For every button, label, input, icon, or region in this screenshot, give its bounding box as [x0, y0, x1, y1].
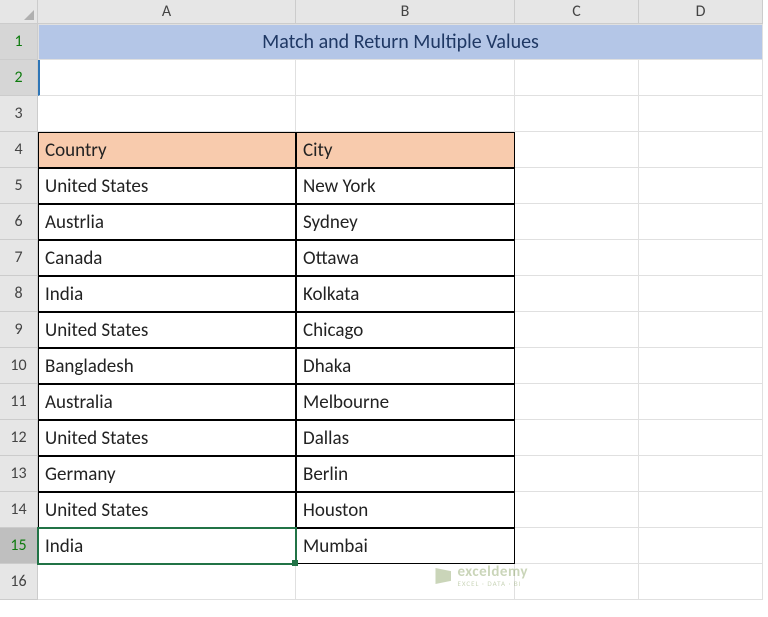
cell-D4[interactable] [639, 132, 763, 168]
table-row[interactable]: United States [38, 492, 296, 528]
row-head-4[interactable]: 4 [0, 132, 38, 168]
cell-C6[interactable] [515, 204, 639, 240]
row-head-9[interactable]: 9 [0, 312, 38, 348]
table-row[interactable]: Sydney [296, 204, 515, 240]
cell-B16[interactable] [296, 564, 515, 600]
cell-A16[interactable] [38, 564, 296, 600]
cell-C8[interactable] [515, 276, 639, 312]
cell-D2[interactable] [639, 60, 763, 96]
cell-D5[interactable] [639, 168, 763, 204]
row-head-7[interactable]: 7 [0, 240, 38, 276]
cell-C2[interactable] [515, 60, 639, 96]
table-row[interactable]: Australia [38, 384, 296, 420]
cell-D8[interactable] [639, 276, 763, 312]
table-row[interactable]: Berlin [296, 456, 515, 492]
cell-C10[interactable] [515, 348, 639, 384]
table-row[interactable]: Germany [38, 456, 296, 492]
table-row[interactable]: Ottawa [296, 240, 515, 276]
cell-D14[interactable] [639, 492, 763, 528]
row-head-12[interactable]: 12 [0, 420, 38, 456]
table-row[interactable]: Mumbai [296, 528, 515, 564]
cell-D15[interactable] [639, 528, 763, 564]
table-header-city[interactable]: City [296, 132, 515, 168]
table-row[interactable]: United States [38, 420, 296, 456]
col-head-A[interactable]: A [38, 0, 296, 24]
row-head-16[interactable]: 16 [0, 564, 38, 600]
row-head-5[interactable]: 5 [0, 168, 38, 204]
active-cell[interactable]: India [38, 528, 296, 564]
table-row[interactable]: Melbourne [296, 384, 515, 420]
table-row[interactable]: Chicago [296, 312, 515, 348]
table-row[interactable]: United States [38, 312, 296, 348]
cell-D9[interactable] [639, 312, 763, 348]
table-row[interactable]: Dhaka [296, 348, 515, 384]
row-head-3[interactable]: 3 [0, 96, 38, 132]
title-cell[interactable]: Match and Return Multiple Values [38, 24, 763, 60]
col-head-B[interactable]: B [296, 0, 515, 24]
cell-B3[interactable] [296, 96, 515, 132]
cell-D7[interactable] [639, 240, 763, 276]
table-row[interactable]: New York [296, 168, 515, 204]
table-row[interactable]: India [38, 276, 296, 312]
table-row[interactable]: Canada [38, 240, 296, 276]
row-head-6[interactable]: 6 [0, 204, 38, 240]
cell-D11[interactable] [639, 384, 763, 420]
cell-C5[interactable] [515, 168, 639, 204]
cell-A3[interactable] [38, 96, 296, 132]
row-head-13[interactable]: 13 [0, 456, 38, 492]
row-head-10[interactable]: 10 [0, 348, 38, 384]
table-row[interactable]: Houston [296, 492, 515, 528]
cell-D10[interactable] [639, 348, 763, 384]
table-row[interactable]: Kolkata [296, 276, 515, 312]
cell-A2[interactable] [38, 60, 296, 96]
cell-D13[interactable] [639, 456, 763, 492]
cell-C14[interactable] [515, 492, 639, 528]
cell-D16[interactable] [639, 564, 763, 600]
row-head-11[interactable]: 11 [0, 384, 38, 420]
select-all-corner[interactable] [0, 0, 38, 24]
cell-C16[interactable] [515, 564, 639, 600]
cell-C3[interactable] [515, 96, 639, 132]
cell-D6[interactable] [639, 204, 763, 240]
cell-B2[interactable] [296, 60, 515, 96]
row-head-8[interactable]: 8 [0, 276, 38, 312]
table-row[interactable]: Dallas [296, 420, 515, 456]
cell-C9[interactable] [515, 312, 639, 348]
cell-C12[interactable] [515, 420, 639, 456]
cell-C13[interactable] [515, 456, 639, 492]
table-row[interactable]: Austrlia [38, 204, 296, 240]
cell-C4[interactable] [515, 132, 639, 168]
col-head-C[interactable]: C [515, 0, 639, 24]
col-head-D[interactable]: D [639, 0, 763, 24]
spreadsheet-grid: A B C D 1 Match and Return Multiple Valu… [0, 0, 768, 600]
row-head-1[interactable]: 1 [0, 24, 38, 60]
row-head-2[interactable]: 2 [0, 60, 38, 96]
cell-D12[interactable] [639, 420, 763, 456]
cell-D3[interactable] [639, 96, 763, 132]
table-row[interactable]: Bangladesh [38, 348, 296, 384]
table-header-country[interactable]: Country [38, 132, 296, 168]
row-head-15[interactable]: 15 [0, 528, 38, 564]
table-row[interactable]: United States [38, 168, 296, 204]
cell-C11[interactable] [515, 384, 639, 420]
cell-C15[interactable] [515, 528, 639, 564]
cell-C7[interactable] [515, 240, 639, 276]
row-head-14[interactable]: 14 [0, 492, 38, 528]
